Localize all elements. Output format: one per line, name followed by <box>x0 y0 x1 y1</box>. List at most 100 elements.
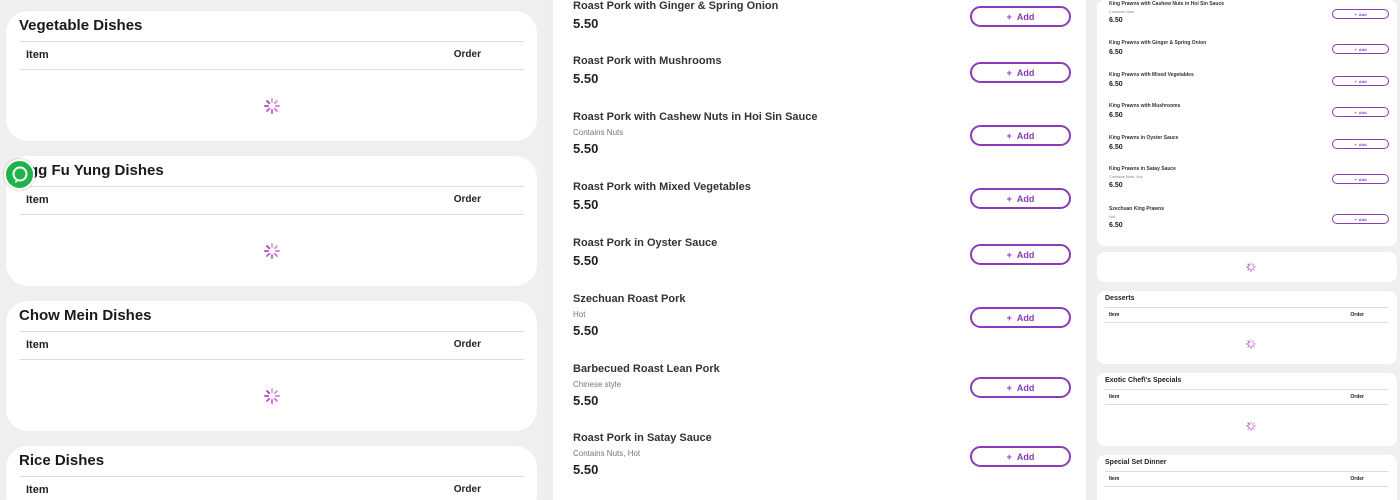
loading-spinner-icon <box>1246 339 1256 349</box>
add-button[interactable]: + Add <box>970 62 1071 83</box>
column-header-order: Order <box>453 49 481 60</box>
add-button-label: Add <box>1016 67 1035 78</box>
category-title: Chow Mein Dishes <box>19 307 152 324</box>
category-title: Vegetable Dishes <box>19 17 143 34</box>
category-title: Special Set Dinner <box>1105 459 1167 466</box>
column-header-order: Order <box>1350 394 1364 400</box>
add-button[interactable]: + Add <box>1332 44 1389 54</box>
column-header-item: Item <box>26 49 49 61</box>
category-card-rice: Rice Dishes Item Order <box>6 446 537 500</box>
left-menu-column: Vegetable Dishes Item Order Egg Fu Yung … <box>0 0 543 500</box>
category-title: Egg Fu Yung Dishes <box>19 162 164 179</box>
plus-icon: + <box>1006 382 1012 393</box>
price-value: 6.50 <box>1109 182 1123 189</box>
category-table-header: Item Order <box>19 331 524 360</box>
add-button[interactable]: + Add <box>970 125 1071 146</box>
price-value: 5.50 <box>573 253 599 268</box>
loading-spinner-icon <box>1246 421 1256 431</box>
add-button[interactable]: + Add <box>970 307 1071 328</box>
category-table-header: Item Order <box>1105 389 1389 405</box>
category-table-header: Item Order <box>19 186 524 215</box>
chat-bubble-icon[interactable] <box>4 159 35 190</box>
price-value: 6.50 <box>1109 222 1123 229</box>
add-button-label: Add <box>1016 130 1035 141</box>
menu-item-name: Barbecued Roast Lean Pork <box>573 363 720 375</box>
add-button[interactable]: + Add <box>1332 9 1389 19</box>
column-header-order: Order <box>453 339 481 350</box>
category-table-header: Item Order <box>1105 307 1389 323</box>
add-button[interactable]: + Add <box>970 446 1071 467</box>
plus-icon: + <box>1354 109 1357 115</box>
add-button-label: Add <box>1016 193 1035 204</box>
column-header-item: Item <box>1109 312 1120 318</box>
price-value: 6.50 <box>1109 49 1123 56</box>
right-menu-column: King Prawns with Cashew Nuts in Hoi Sin … <box>1093 0 1400 500</box>
category-table-header: Item Order <box>19 41 524 70</box>
king-prawn-card: King Prawns with Cashew Nuts in Hoi Sin … <box>1097 0 1397 246</box>
add-button-label: Add <box>1016 451 1035 462</box>
add-button-label: Add <box>1358 11 1367 17</box>
loading-spinner-icon <box>264 98 280 114</box>
add-button[interactable]: + Add <box>970 6 1071 27</box>
middle-menu-column: Roast Pork with Ginger & Spring Onion 5.5… <box>553 0 1086 500</box>
plus-icon: + <box>1006 130 1012 141</box>
plus-icon: + <box>1006 193 1012 204</box>
menu-item-name: Szechuan King Prawns <box>1109 206 1165 212</box>
add-button[interactable]: + Add <box>1332 76 1389 86</box>
add-button[interactable]: + Add <box>1332 174 1389 184</box>
category-title: Exotic Chef\'s Specials <box>1105 377 1182 384</box>
add-button[interactable]: + Add <box>1332 107 1389 117</box>
add-button[interactable]: + Add <box>1332 139 1389 149</box>
loading-spinner-icon <box>264 243 280 259</box>
add-button-label: Add <box>1358 46 1367 52</box>
add-button-label: Add <box>1016 382 1035 393</box>
category-table-header: Item Order <box>19 476 524 500</box>
category-title: Rice Dishes <box>19 452 105 469</box>
category-card-exotic-chefs-specials: Exotic Chef\'s Specials Item Order <box>1097 373 1397 446</box>
plus-icon: + <box>1354 11 1357 17</box>
price-value: 5.50 <box>573 141 599 156</box>
price-value: 5.50 <box>573 323 599 338</box>
menu-item-name: Roast Pork with Cashew Nuts in Hoi Sin S… <box>573 111 818 123</box>
menu-item-name: King Prawns with Cashew Nuts in Hoi Sin … <box>1109 1 1225 7</box>
add-button-label: Add <box>1358 78 1367 84</box>
price-value: 5.50 <box>573 462 599 477</box>
plus-icon: + <box>1354 176 1357 182</box>
plus-icon: + <box>1006 451 1012 462</box>
loading-spinner-icon <box>264 388 280 404</box>
add-button-label: Add <box>1016 249 1035 260</box>
loading-spinner-icon <box>1246 262 1256 272</box>
price-value: 5.50 <box>573 16 599 31</box>
plus-icon: + <box>1006 312 1012 323</box>
plus-icon: + <box>1354 78 1357 84</box>
add-button[interactable]: + Add <box>1332 214 1389 224</box>
add-button[interactable]: + Add <box>970 188 1071 209</box>
category-card-special-set-dinner: Special Set Dinner Item Order <box>1097 455 1397 500</box>
column-header-order: Order <box>1350 312 1364 318</box>
add-button[interactable]: + Add <box>970 244 1071 265</box>
category-table-header: Item Order <box>1105 471 1389 487</box>
category-card-chow-mein: Chow Mein Dishes Item Order <box>6 301 537 431</box>
add-button-label: Add <box>1358 176 1367 182</box>
column-header-order: Order <box>453 484 481 495</box>
column-header-order: Order <box>1350 476 1364 482</box>
column-header-item: Item <box>1109 476 1120 482</box>
category-card-vegetable: Vegetable Dishes Item Order <box>6 11 537 141</box>
add-button[interactable]: + Add <box>970 377 1071 398</box>
plus-icon: + <box>1006 249 1012 260</box>
add-button-label: Add <box>1016 312 1035 323</box>
plus-icon: + <box>1006 11 1012 22</box>
price-value: 6.50 <box>1109 17 1123 24</box>
add-button-label: Add <box>1358 216 1367 222</box>
menu-item-name: King Prawns in Satay Sauce <box>1109 166 1176 172</box>
price-value: 5.50 <box>573 393 599 408</box>
plus-icon: + <box>1006 67 1012 78</box>
column-header-item: Item <box>26 484 49 496</box>
menu-item-name: Szechuan Roast Pork <box>573 293 686 305</box>
column-header-item: Item <box>26 194 49 206</box>
category-card-desserts: Desserts Item Order <box>1097 291 1397 364</box>
menu-item-name: Roast Pork in Satay Sauce <box>573 432 712 444</box>
add-button-label: Add <box>1358 141 1367 147</box>
price-value: 6.50 <box>1109 81 1123 88</box>
price-value: 6.50 <box>1109 144 1123 151</box>
